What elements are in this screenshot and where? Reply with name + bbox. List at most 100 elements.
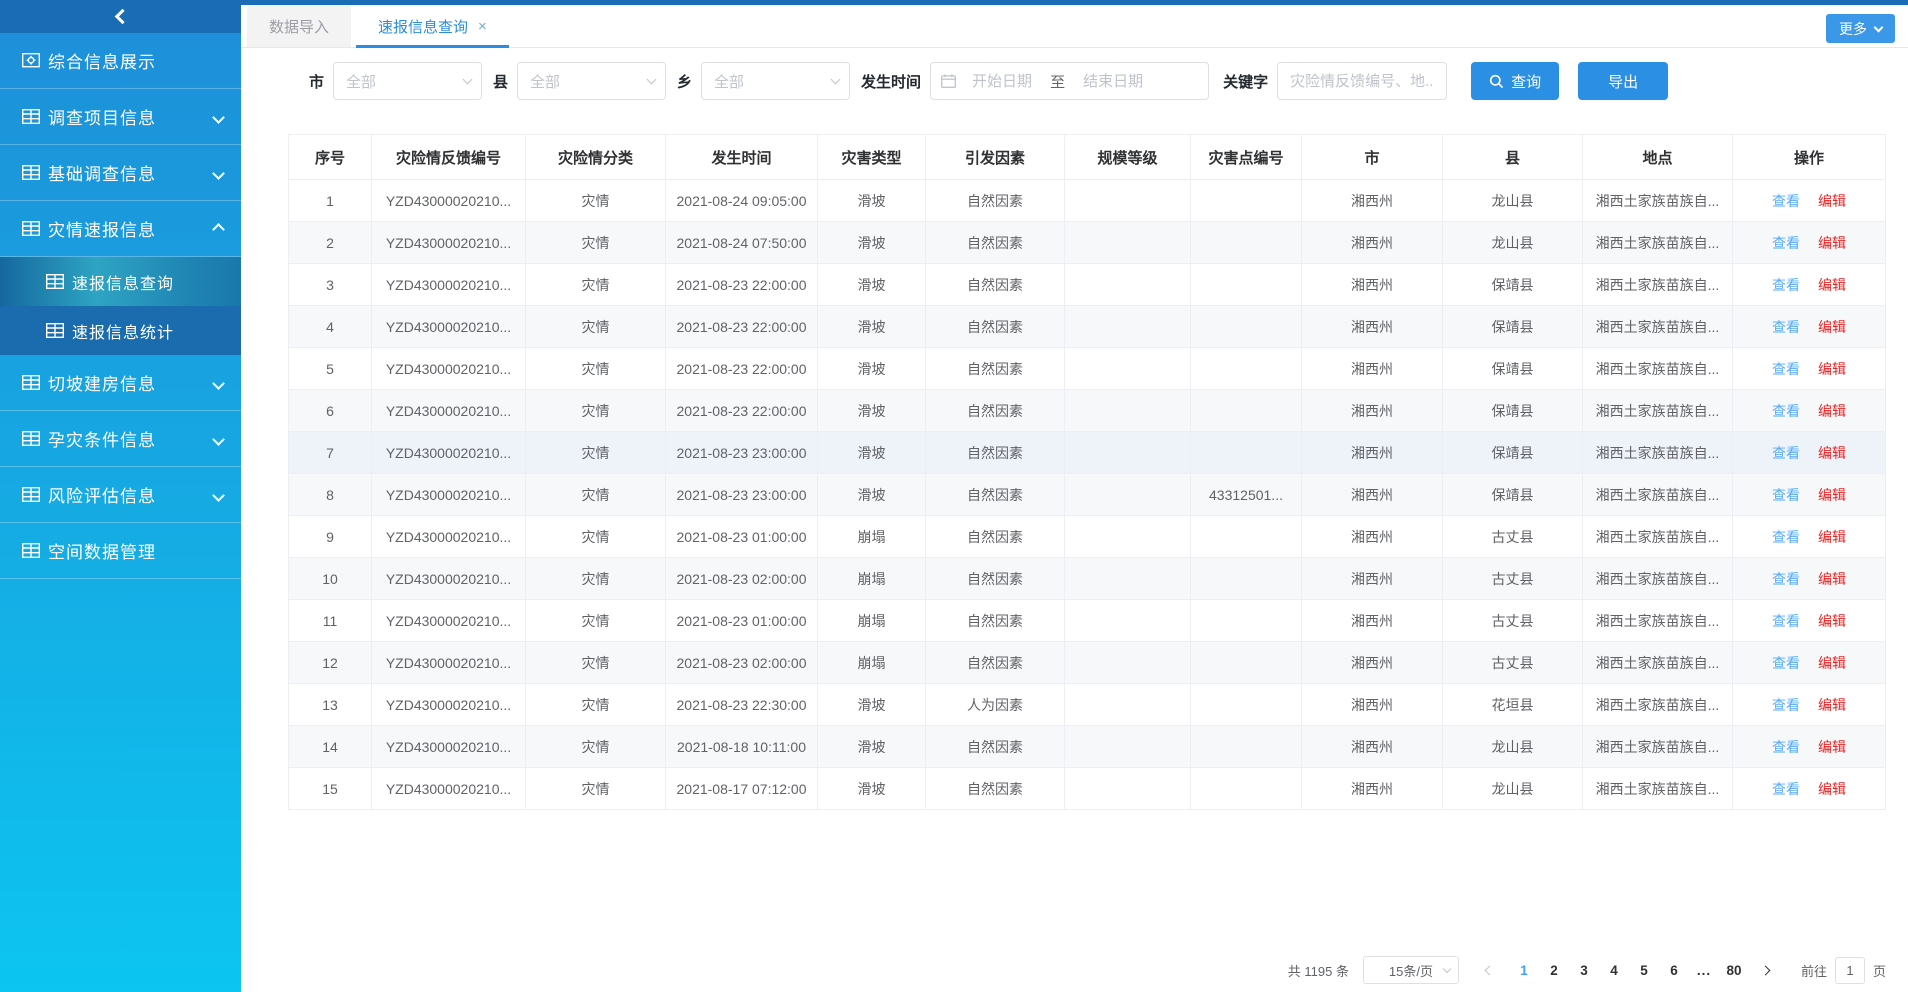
goto-page-input[interactable]	[1835, 957, 1865, 984]
edit-link[interactable]: 编辑	[1818, 319, 1846, 335]
end-date-input[interactable]	[1067, 73, 1159, 90]
view-link[interactable]: 查看	[1772, 193, 1800, 209]
sidebar: 综合信息展示 调查项目信息 基础调查信息 灾情速报信息 速报信息查询 速报信息统…	[0, 0, 241, 992]
view-link[interactable]: 查看	[1772, 445, 1800, 461]
tab-data-import[interactable]: 数据导入	[247, 5, 351, 47]
page-size-select[interactable]: 15条/页	[1363, 956, 1459, 984]
sidebar-collapse-button[interactable]	[0, 0, 241, 33]
page-number-2[interactable]: 2	[1539, 963, 1569, 978]
cell-scale	[1065, 726, 1191, 768]
view-link[interactable]: 查看	[1772, 739, 1800, 755]
edit-link[interactable]: 编辑	[1818, 235, 1846, 251]
cell-code: YZD43000020210...	[372, 600, 526, 642]
page-number-6[interactable]: 6	[1659, 963, 1689, 978]
prev-page-button[interactable]	[1477, 967, 1503, 974]
view-link[interactable]: 查看	[1772, 613, 1800, 629]
cell-city: 湘西州	[1302, 432, 1443, 474]
cell-location: 湘西土家族苗族自...	[1583, 558, 1733, 600]
edit-link[interactable]: 编辑	[1818, 655, 1846, 671]
keyword-input[interactable]	[1277, 62, 1447, 100]
page-number-1[interactable]: 1	[1509, 963, 1539, 978]
county-select[interactable]: 全部	[517, 62, 666, 100]
edit-link[interactable]: 编辑	[1818, 445, 1846, 461]
cell-code: YZD43000020210...	[372, 432, 526, 474]
cell-cause: 自然因素	[926, 264, 1065, 306]
city-select[interactable]: 全部	[333, 62, 482, 100]
edit-link[interactable]: 编辑	[1818, 487, 1846, 503]
view-link[interactable]: 查看	[1772, 487, 1800, 503]
edit-link[interactable]: 编辑	[1818, 613, 1846, 629]
view-link[interactable]: 查看	[1772, 277, 1800, 293]
county-filter-label: 县	[493, 71, 508, 92]
cell-type: 崩塌	[818, 642, 926, 684]
cell-type: 滑坡	[818, 432, 926, 474]
query-button[interactable]: 查询	[1471, 62, 1559, 100]
sidebar-item-8[interactable]: 风险评估信息	[0, 467, 241, 523]
cell-code: YZD43000020210...	[372, 768, 526, 810]
page-number-...[interactable]: ...	[1689, 963, 1719, 978]
view-link[interactable]: 查看	[1772, 571, 1800, 587]
cell-location: 湘西土家族苗族自...	[1583, 516, 1733, 558]
sidebar-item-5[interactable]: 速报信息统计	[0, 306, 241, 355]
cell-scale	[1065, 348, 1191, 390]
view-link[interactable]: 查看	[1772, 529, 1800, 545]
edit-link[interactable]: 编辑	[1818, 697, 1846, 713]
sidebar-item-4[interactable]: 速报信息查询	[0, 257, 241, 306]
column-header: 地点	[1583, 135, 1733, 180]
tab-label: 数据导入	[269, 16, 329, 37]
view-link[interactable]: 查看	[1772, 319, 1800, 335]
page-number-4[interactable]: 4	[1599, 963, 1629, 978]
cell-type: 滑坡	[818, 726, 926, 768]
view-link[interactable]: 查看	[1772, 697, 1800, 713]
town-select[interactable]: 全部	[701, 62, 850, 100]
view-link[interactable]: 查看	[1772, 781, 1800, 797]
date-range-picker[interactable]: 至	[930, 62, 1209, 100]
tab-close-icon[interactable]: ×	[478, 19, 487, 34]
edit-link[interactable]: 编辑	[1818, 193, 1846, 209]
edit-link[interactable]: 编辑	[1818, 739, 1846, 755]
column-header: 灾险情分类	[526, 135, 666, 180]
sidebar-item-2[interactable]: 基础调查信息	[0, 145, 241, 201]
cell-category: 灾情	[526, 264, 666, 306]
view-link[interactable]: 查看	[1772, 361, 1800, 377]
page-number-5[interactable]: 5	[1629, 963, 1659, 978]
sidebar-item-0[interactable]: 综合信息展示	[0, 33, 241, 89]
sidebar-item-9[interactable]: 空间数据管理	[0, 523, 241, 579]
edit-link[interactable]: 编辑	[1818, 361, 1846, 377]
page-number-80[interactable]: 80	[1719, 963, 1749, 978]
cell-actions: 查看 编辑	[1733, 642, 1886, 684]
sidebar-item-7[interactable]: 孕灾条件信息	[0, 411, 241, 467]
chevron-down-icon	[647, 75, 657, 85]
table-icon	[22, 221, 48, 236]
next-page-button[interactable]	[1753, 967, 1779, 974]
table-icon	[22, 109, 48, 124]
cell-code: YZD43000020210...	[372, 558, 526, 600]
cell-actions: 查看 编辑	[1733, 474, 1886, 516]
edit-link[interactable]: 编辑	[1818, 403, 1846, 419]
sidebar-item-6[interactable]: 切坡建房信息	[0, 355, 241, 411]
more-button[interactable]: 更多	[1826, 14, 1895, 43]
edit-link[interactable]: 编辑	[1818, 571, 1846, 587]
view-link[interactable]: 查看	[1772, 235, 1800, 251]
edit-link[interactable]: 编辑	[1818, 781, 1846, 797]
cell-location: 湘西土家族苗族自...	[1583, 432, 1733, 474]
export-button-label: 导出	[1608, 71, 1638, 92]
start-date-input[interactable]	[956, 73, 1048, 90]
export-button[interactable]: 导出	[1578, 62, 1668, 100]
cell-code: YZD43000020210...	[372, 474, 526, 516]
cell-index: 5	[289, 348, 372, 390]
cell-category: 灾情	[526, 348, 666, 390]
sidebar-item-1[interactable]: 调查项目信息	[0, 89, 241, 145]
edit-link[interactable]: 编辑	[1818, 277, 1846, 293]
edit-link[interactable]: 编辑	[1818, 529, 1846, 545]
view-link[interactable]: 查看	[1772, 655, 1800, 671]
tab-report-query[interactable]: 速报信息查询 ×	[356, 5, 509, 47]
cell-county: 古丈县	[1443, 516, 1583, 558]
cell-city: 湘西州	[1302, 768, 1443, 810]
sidebar-item-3[interactable]: 灾情速报信息	[0, 201, 241, 257]
view-link[interactable]: 查看	[1772, 403, 1800, 419]
cell-actions: 查看 编辑	[1733, 600, 1886, 642]
page-number-3[interactable]: 3	[1569, 963, 1599, 978]
cell-city: 湘西州	[1302, 390, 1443, 432]
table-icon	[22, 375, 48, 390]
